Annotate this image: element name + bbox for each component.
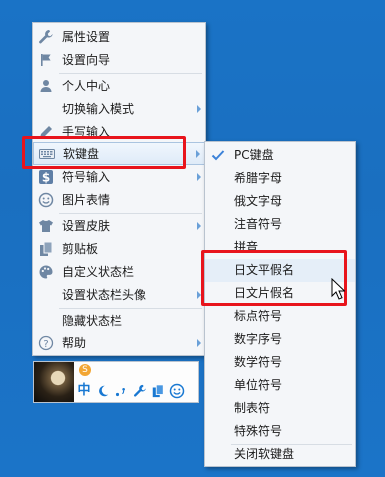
- menu-item-picture-emoji[interactable]: 图片表情: [33, 189, 205, 212]
- annotation-highlight-japanese-kana: [201, 250, 347, 306]
- menu-item-personal-center[interactable]: 个人中心: [33, 75, 205, 98]
- palette-icon: [39, 265, 53, 279]
- menu-item-clipboard[interactable]: 剪贴板: [33, 238, 205, 261]
- menu-item-set-status-bar-avatar[interactable]: 设置状态栏头像: [33, 284, 205, 307]
- shirt-icon: [39, 220, 53, 232]
- punctuation-icon[interactable]: [114, 383, 128, 399]
- menu-item-label: 自定义状态栏: [62, 265, 135, 279]
- menu-item-label: 符号输入: [62, 170, 111, 184]
- submenu-item-label: 标点符号: [234, 309, 283, 323]
- menu-item-customize-status-bar[interactable]: 自定义状态栏: [33, 261, 205, 284]
- submenu-item-label: 数字序号: [234, 332, 283, 346]
- submenu-item-label: 俄文字母: [234, 194, 283, 208]
- submenu-arrow-icon: [196, 150, 200, 158]
- submenu-item-punctuation[interactable]: 标点符号: [205, 305, 355, 328]
- avatar[interactable]: [34, 362, 74, 402]
- menu-item-set-skin[interactable]: 设置皮肤: [33, 215, 205, 238]
- clipboard-icon[interactable]: [151, 383, 165, 399]
- smiley-icon: [38, 192, 54, 208]
- submenu-item-number-ordinals[interactable]: 数字序号: [205, 328, 355, 351]
- menu-separator: [59, 308, 202, 309]
- menu-item-symbol-input[interactable]: $ 符号输入: [33, 166, 205, 189]
- submenu-item-special-symbols[interactable]: 特殊符号: [205, 420, 355, 443]
- menu-item-properties[interactable]: 属性设置: [33, 26, 205, 49]
- menu-item-setup-wizard[interactable]: 设置向导: [33, 49, 205, 72]
- sogou-logo-icon: S: [79, 364, 91, 376]
- wrench-icon: [39, 30, 53, 44]
- menu-item-switch-input-mode[interactable]: 切换输入模式: [33, 98, 205, 121]
- help-icon: ?: [38, 335, 54, 351]
- submenu-item-unit-symbols[interactable]: 单位符号: [205, 374, 355, 397]
- menu-item-label: 设置状态栏头像: [62, 288, 147, 302]
- menu-separator: [59, 213, 202, 214]
- submenu-item-label: 注音符号: [234, 217, 283, 231]
- menu-item-label: 个人中心: [62, 79, 111, 93]
- submenu-item-pc-keyboard[interactable]: PC键盘: [205, 144, 355, 167]
- smiley-icon[interactable]: [169, 383, 185, 399]
- menu-item-hide-status-bar[interactable]: 隐藏状态栏: [33, 310, 205, 333]
- menu-item-help[interactable]: ? 帮助: [33, 332, 205, 355]
- submenu-item-close-soft-keyboard[interactable]: 关闭软键盘: [205, 443, 355, 466]
- flag-icon: [41, 54, 51, 66]
- dollar-icon: $: [39, 170, 53, 185]
- menu-item-label: 帮助: [62, 336, 87, 350]
- submenu-arrow-icon: [197, 339, 201, 347]
- submenu-arrow-icon: [197, 222, 201, 230]
- menu-item-label: 切换输入模式: [62, 102, 135, 116]
- ime-status-bar[interactable]: S 中: [33, 361, 199, 403]
- svg-text:?: ?: [43, 339, 48, 350]
- menu-item-label: 图片表情: [62, 193, 111, 207]
- moon-icon[interactable]: [96, 383, 110, 399]
- submenu-item-box-drawing[interactable]: 制表符: [205, 397, 355, 420]
- menu-item-label: 剪贴板: [62, 242, 99, 256]
- menu-item-label: 隐藏状态栏: [62, 314, 123, 328]
- submenu-item-label: 单位符号: [234, 378, 283, 392]
- submenu-item-label: 数学符号: [234, 355, 283, 369]
- submenu-arrow-icon: [197, 173, 201, 181]
- submenu-item-label: 特殊符号: [234, 424, 283, 438]
- submenu-item-label: PC键盘: [234, 148, 274, 162]
- submenu-item-russian[interactable]: 俄文字母: [205, 190, 355, 213]
- wrench-icon[interactable]: [133, 383, 147, 399]
- submenu-item-label: 关闭软键盘: [234, 447, 295, 461]
- ime-context-menu: 属性设置 设置向导 个人中心 切换输入模式 手写输入 软键盘 $ 符号输入 图片…: [32, 22, 206, 356]
- submenu-item-greek[interactable]: 希腊字母: [205, 167, 355, 190]
- checkmark-icon: [211, 150, 225, 161]
- input-mode-toggle[interactable]: 中: [77, 383, 91, 399]
- menu-item-label: 设置皮肤: [62, 219, 111, 233]
- svg-text:$: $: [42, 171, 50, 185]
- menu-item-label: 设置向导: [62, 53, 111, 67]
- submenu-item-math-symbols[interactable]: 数学符号: [205, 351, 355, 374]
- submenu-item-zhuyin[interactable]: 注音符号: [205, 213, 355, 236]
- menu-separator: [59, 73, 202, 74]
- mouse-cursor-icon: [331, 278, 345, 300]
- submenu-arrow-icon: [197, 105, 201, 113]
- clipboard-icon: [40, 241, 53, 256]
- person-icon: [40, 80, 52, 92]
- submenu-item-label: 制表符: [234, 401, 271, 415]
- menu-item-label: 属性设置: [62, 30, 111, 44]
- submenu-item-label: 希腊字母: [234, 171, 283, 185]
- annotation-highlight-soft-keyboard: [22, 136, 186, 169]
